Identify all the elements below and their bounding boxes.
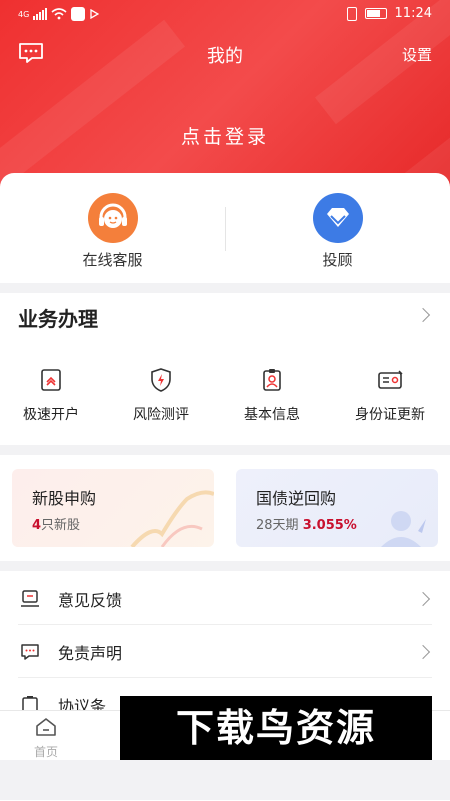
bottom-strip [0, 760, 450, 800]
play-icon [90, 9, 100, 19]
watermark: 下载鸟资源 [120, 696, 432, 760]
repo-card[interactable]: 国债逆回购 28天期 3.055% [236, 469, 438, 547]
advisor-button[interactable]: 投顾 [225, 193, 450, 270]
ipo-count-suffix: 只新股 [41, 518, 81, 533]
list-item-disclaimer[interactable]: 免责声明 [0, 625, 450, 678]
ipo-subtitle: 4只新股 [32, 514, 80, 533]
profile-header: 4G 11:24 我的 设置 点击登录 [0, 0, 450, 200]
fast-account-icon [41, 369, 61, 391]
chevron-right-icon[interactable] [415, 307, 431, 323]
online-support-label: 在线客服 [82, 251, 143, 269]
basic-info-button[interactable]: 基本信息 [216, 367, 328, 424]
feedback-icon [21, 590, 39, 607]
advisor-label: 投顾 [322, 251, 353, 269]
home-icon [36, 718, 56, 736]
quick-services-card: 在线客服 投顾 [0, 173, 450, 283]
repo-period: 28天期 [256, 518, 299, 533]
headset-icon [87, 193, 138, 243]
basic-info-label: 基本信息 [244, 407, 300, 423]
top-bar: 我的 设置 [0, 30, 450, 76]
battery-icon [364, 8, 387, 19]
id-update-label: 身份证更新 [355, 407, 425, 423]
id-badge-icon [263, 369, 281, 391]
ipo-title: 新股申购 [32, 489, 97, 508]
tab-home-label: 首页 [33, 745, 58, 759]
chevron-right-icon [415, 644, 431, 660]
disclaimer-label: 免责声明 [58, 644, 123, 663]
settings-link[interactable]: 设置 [402, 44, 432, 65]
page-title: 我的 [207, 46, 243, 67]
repo-rate: 3.055% [302, 518, 357, 533]
ipo-subscription-card[interactable]: 新股申购 4只新股 [12, 469, 214, 547]
online-support-button[interactable]: 在线客服 [0, 193, 225, 270]
risk-assessment-button[interactable]: 风险测评 [105, 367, 217, 424]
id-update-button[interactable]: 身份证更新 [334, 367, 446, 424]
settings-list: 意见反馈 免责声明 协议条 [0, 571, 450, 716]
fast-account-label: 极速开户 [23, 407, 79, 423]
clock: 11:24 [394, 6, 432, 21]
id-card-update-icon [378, 370, 403, 389]
products-section: 新股申购 4只新股 国债逆回购 28天期 3.055% [0, 455, 450, 561]
fast-account-button[interactable]: 极速开户 [0, 367, 107, 424]
login-button[interactable]: 点击登录 [0, 122, 450, 149]
risk-shield-icon [151, 368, 171, 392]
tab-home[interactable]: 首页 [26, 717, 66, 760]
list-item-feedback[interactable]: 意见反馈 [0, 572, 450, 625]
repo-subtitle: 28天期 3.055% [256, 514, 357, 533]
network-type: 4G [18, 9, 30, 19]
signal-icon [33, 8, 48, 20]
vibrate-icon [346, 6, 357, 21]
chevron-right-icon [415, 591, 431, 607]
status-bar: 4G 11:24 [0, 0, 450, 30]
diamond-icon [312, 193, 363, 243]
ipo-count: 4 [32, 518, 42, 533]
chat-bubble-icon [21, 644, 39, 660]
risk-assessment-label: 风险测评 [133, 407, 189, 423]
app-notification-icon [71, 7, 86, 21]
wifi-icon [51, 8, 67, 20]
feedback-label: 意见反馈 [58, 591, 123, 610]
section-title: 业务办理 [18, 307, 98, 331]
repo-title: 国债逆回购 [256, 489, 337, 508]
business-section: 业务办理 极速开户 风险测评 基本信息 身份证更新 [0, 293, 450, 445]
